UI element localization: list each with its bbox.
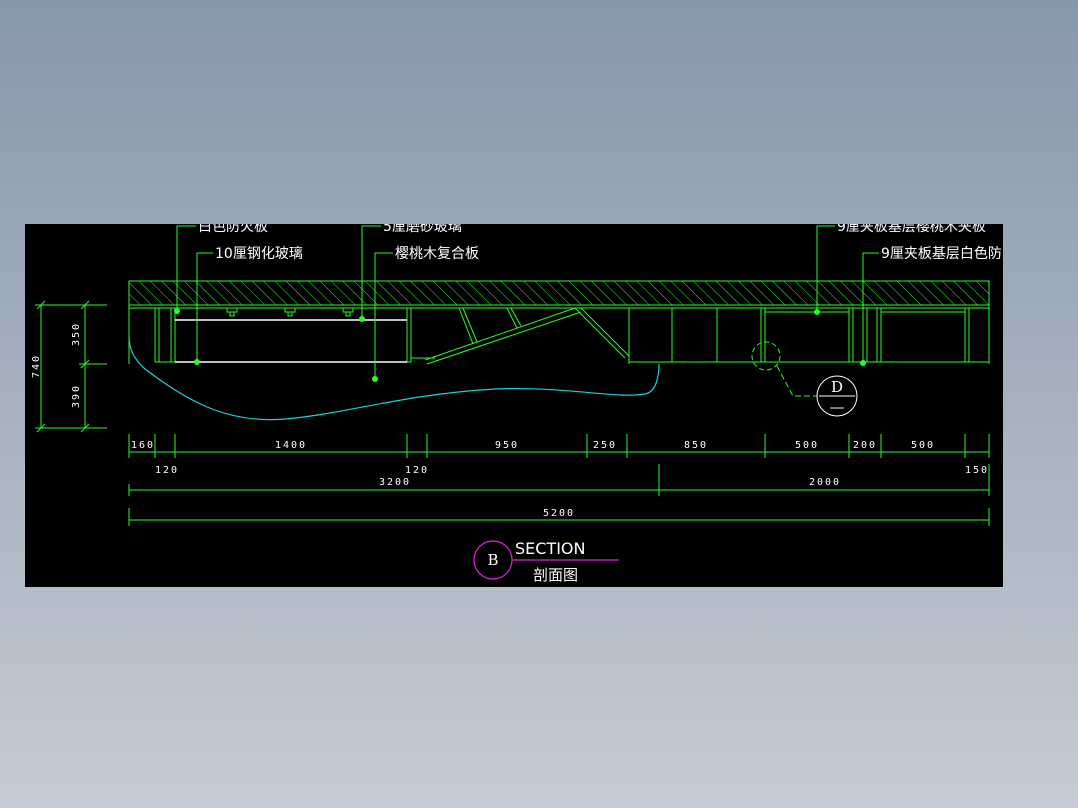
callout-ply-white: 9厘夹板基层白色防火板 (881, 245, 1003, 262)
cad-drawing-viewport[interactable]: 740 350 390 160 1400 950 250 850 500 200… (25, 224, 1003, 587)
dim-150: 150 (965, 465, 989, 476)
dim-v-390: 390 (71, 384, 82, 408)
callout-ply-cherry: 9厘夹板基层樱桃木夹板 (837, 224, 986, 235)
detail-marker-sub: — (830, 398, 845, 416)
dim-120b: 120 (405, 465, 429, 476)
section-title-chinese: 剖面图 (533, 566, 578, 584)
dim-5200: 5200 (543, 508, 575, 519)
dim-500b: 500 (911, 440, 935, 451)
dim-200: 200 (853, 440, 877, 451)
sloped-panel (424, 307, 630, 365)
dim-160: 160 (131, 440, 155, 451)
callout-white-fireboard: 白色防火板 (198, 224, 268, 235)
dim-850: 850 (684, 440, 708, 451)
dim-120a: 120 (155, 465, 179, 476)
curved-edge (128, 336, 660, 421)
dim-2000: 2000 (809, 477, 841, 488)
callout-frosted-glass: 5厘磨砂玻璃 (383, 224, 462, 235)
dim-950: 950 (495, 440, 519, 451)
dim-250: 250 (593, 440, 617, 451)
section-title-english: SECTION (515, 539, 586, 558)
vertical-dimensions (35, 300, 107, 433)
callout-cherry-composite: 樱桃木复合板 (395, 245, 479, 262)
detail-marker-letter: D (831, 378, 843, 396)
dim-v-740: 740 (31, 354, 42, 378)
ceiling-hatch (128, 280, 990, 306)
glass-fixings (226, 308, 354, 317)
dim-3200: 3200 (379, 477, 411, 488)
section-drawing: 740 350 390 160 1400 950 250 850 500 200… (31, 224, 1003, 584)
dim-1400: 1400 (275, 440, 307, 451)
dim-500a: 500 (795, 440, 819, 451)
dim-v-350: 350 (71, 322, 82, 346)
section-tag-letter: B (487, 551, 498, 569)
callout-tempered-glass: 10厘钢化玻璃 (215, 245, 303, 262)
